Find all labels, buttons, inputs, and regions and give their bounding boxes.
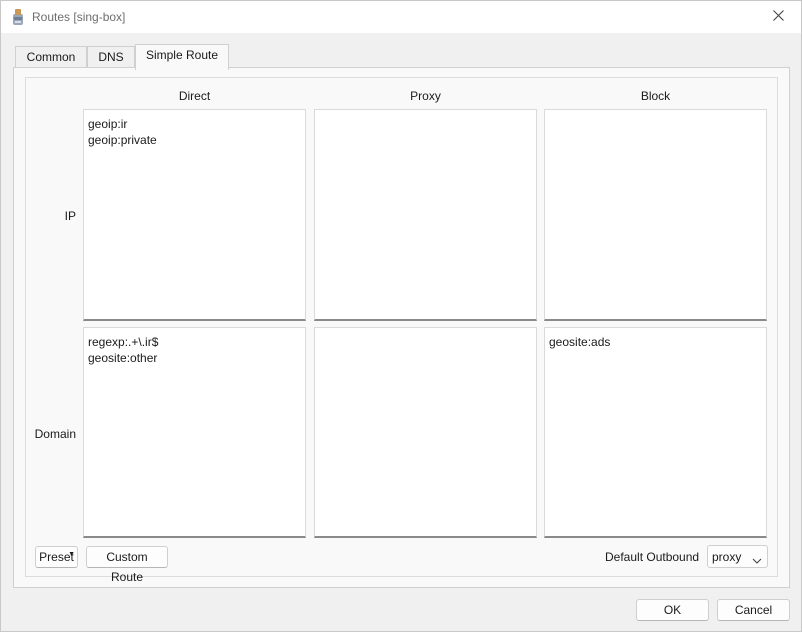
rule-line: geosite:other xyxy=(88,351,158,365)
custom-route-button[interactable]: Custom Route xyxy=(86,546,168,584)
column-header-block: Block xyxy=(640,89,671,103)
ip-direct-textbox[interactable]: geoip:ir geoip:private xyxy=(83,109,306,321)
default-outbound-select[interactable]: proxy xyxy=(707,545,768,568)
tab-simple-route[interactable]: Simple Route xyxy=(135,44,229,70)
dropdown-arrow-icon: ▼ xyxy=(68,551,75,558)
close-icon xyxy=(772,10,784,24)
title-bar[interactable]: Routes [sing-box] xyxy=(1,1,801,33)
chevron-down-icon xyxy=(752,553,762,567)
close-button[interactable] xyxy=(755,1,801,33)
default-outbound-label: Default Outbound xyxy=(605,550,700,564)
window-title: Routes [sing-box] xyxy=(32,10,126,24)
domain-block-textbox[interactable]: geosite:ads xyxy=(544,327,767,538)
ip-block-textbox[interactable] xyxy=(544,109,767,321)
column-header-direct: Direct xyxy=(178,89,211,103)
routes-dialog: Routes [sing-box] Common DNS Simple Rout… xyxy=(0,0,802,632)
rule-line: geoip:ir xyxy=(88,117,128,131)
tab-dns[interactable]: DNS xyxy=(87,46,135,69)
preset-button[interactable]: Preset ▼ xyxy=(35,546,78,568)
rule-line: geoip:private xyxy=(88,133,157,147)
row-label-domain: Domain xyxy=(34,427,76,441)
rule-line: geosite:ads xyxy=(549,335,611,349)
domain-direct-textbox[interactable]: regexp:.+\.ir$ geosite:other xyxy=(83,327,306,538)
ip-proxy-textbox[interactable] xyxy=(314,109,537,321)
ok-button[interactable]: OK xyxy=(636,599,709,621)
column-header-proxy: Proxy xyxy=(410,89,441,103)
domain-proxy-textbox[interactable] xyxy=(314,327,537,538)
cancel-button[interactable]: Cancel xyxy=(717,599,790,621)
tab-common[interactable]: Common xyxy=(15,46,87,69)
rule-line: regexp:.+\.ir$ xyxy=(88,335,159,349)
row-label-ip: IP xyxy=(64,209,76,223)
default-outbound-value: proxy xyxy=(712,550,742,564)
sing-box-app-icon xyxy=(10,8,26,25)
